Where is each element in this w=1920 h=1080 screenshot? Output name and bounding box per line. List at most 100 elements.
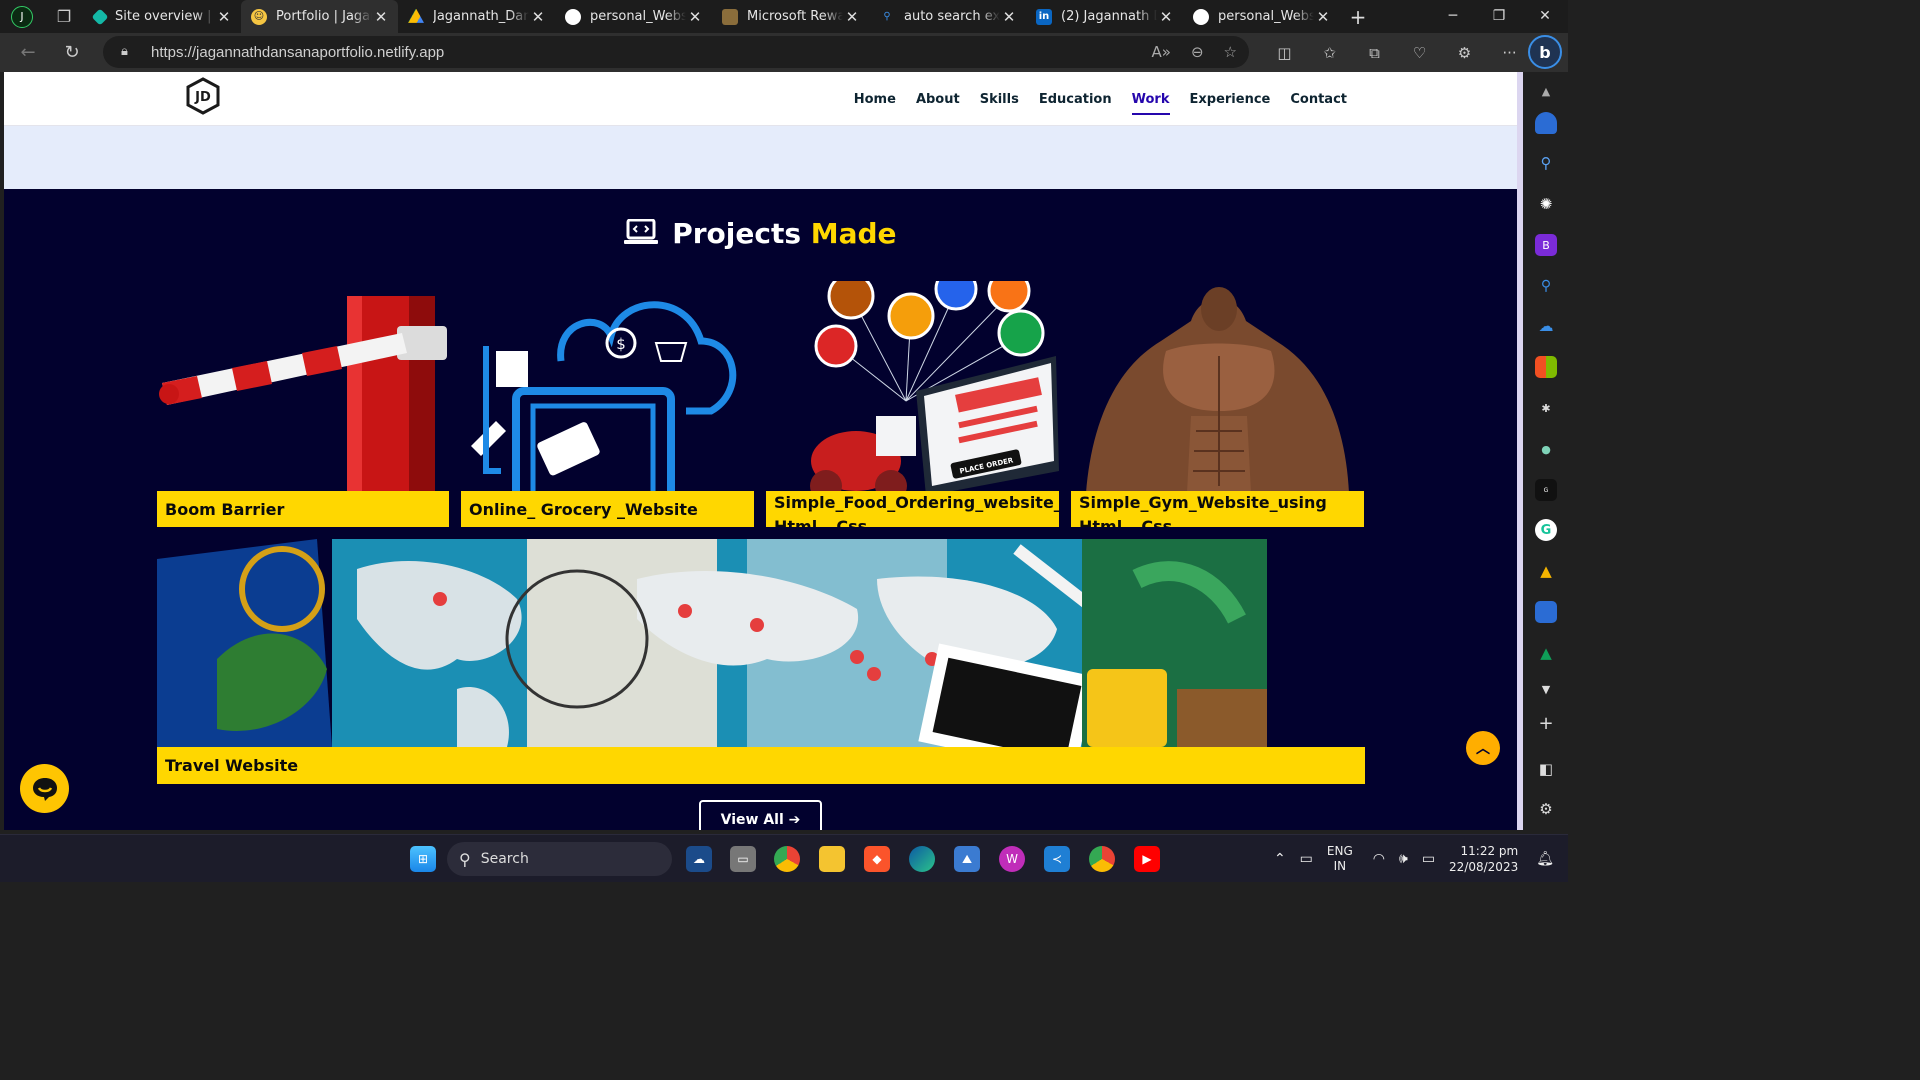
extension-bee-icon[interactable]: ✱ — [1535, 397, 1557, 419]
workspaces-icon[interactable]: ❐ — [44, 0, 84, 33]
view-all-button[interactable]: View All ➔ — [699, 800, 822, 830]
bing-copilot-icon[interactable]: b — [1528, 35, 1562, 69]
file-explorer-icon[interactable] — [819, 846, 845, 872]
close-tab-icon[interactable]: ✕ — [215, 8, 233, 26]
previous-section-band — [4, 126, 1517, 189]
photos-icon[interactable]: ⛰ — [954, 846, 980, 872]
project-card-travel[interactable]: Travel Website — [157, 539, 1365, 784]
nav-skills[interactable]: Skills — [980, 88, 1019, 111]
onedrive-icon[interactable]: ☁ — [1535, 315, 1557, 337]
close-tab-icon[interactable]: ✕ — [1000, 8, 1018, 26]
nav-contact[interactable]: Contact — [1290, 88, 1347, 111]
project-title: Boom Barrier — [157, 491, 449, 527]
favorite-star-icon[interactable]: ☆ — [1224, 43, 1237, 61]
language-indicator[interactable]: ENG IN — [1327, 844, 1353, 874]
youtube-icon[interactable]: ▶ — [1134, 846, 1160, 872]
hide-sidebar-icon[interactable]: ◧ — [1535, 758, 1557, 780]
nav-work[interactable]: Work — [1131, 88, 1170, 115]
nav-education[interactable]: Education — [1039, 88, 1112, 111]
notification-bell-icon[interactable]: 🔔︎ — [1536, 851, 1554, 867]
office-icon[interactable] — [1535, 356, 1557, 378]
restore-icon[interactable]: ❐ — [1476, 0, 1522, 33]
google-drive-icon[interactable]: ▲ — [1535, 560, 1557, 582]
tab-site-overview[interactable]: Site overview | ja ✕ — [84, 0, 241, 33]
new-tab-button[interactable]: + — [1340, 5, 1376, 29]
project-card-food-ordering[interactable]: PLACE ORDER Simple_Food_Ordering_website… — [766, 281, 1059, 527]
sidebar-search-icon[interactable]: ⚲ — [1535, 152, 1557, 174]
chatgpt-icon[interactable]: ✺ — [1535, 193, 1557, 215]
zoom-out-icon[interactable]: ⊖ — [1191, 43, 1204, 61]
minimize-icon[interactable]: ─ — [1430, 0, 1476, 33]
weather-widget-icon[interactable]: ☁ — [686, 846, 712, 872]
tray-display-icon[interactable]: ▭ — [1300, 851, 1313, 867]
profile-button[interactable]: J — [0, 0, 44, 33]
scroll-up-arrow-icon[interactable]: ▲ — [1535, 80, 1557, 102]
tab-auto-search[interactable]: ⚲ auto search exte ✕ — [869, 0, 1026, 33]
chevron-down-icon[interactable]: ▼ — [1535, 678, 1557, 700]
brave-icon[interactable]: ◆ — [864, 846, 890, 872]
chrome-icon[interactable] — [774, 846, 800, 872]
tab-title: Portfolio | Jagann — [276, 9, 372, 24]
close-window-icon[interactable]: ✕ — [1522, 0, 1568, 33]
bing-search-icon[interactable]: ⚲ — [1535, 275, 1557, 297]
section-title-highlight: Made — [810, 217, 897, 250]
notifications-icon[interactable] — [1535, 112, 1557, 134]
project-card-grocery[interactable]: $ Online_ Grocery _Website — [461, 281, 754, 527]
close-tab-icon[interactable]: ✕ — [1314, 8, 1332, 26]
scroll-to-top-button[interactable]: ︿ — [1466, 731, 1500, 765]
tab-title: Site overview | ja — [115, 9, 215, 24]
tab-portfolio[interactable]: ☺ Portfolio | Jagann ✕ — [241, 0, 398, 33]
project-card-gym[interactable]: Simple_Gym_Website_using Html _ Css — [1071, 281, 1364, 527]
jd-logo-icon[interactable]: JD — [185, 77, 221, 115]
clock-date: 22/08/2023 — [1449, 860, 1519, 874]
more-menu-icon[interactable]: ··· — [1487, 44, 1532, 62]
nav-home[interactable]: Home — [854, 88, 896, 111]
volume-icon[interactable]: 🕪︎ — [1399, 851, 1408, 867]
wifi-icon[interactable]: ◠ — [1373, 851, 1385, 867]
battery-icon[interactable]: ▭ — [1422, 851, 1435, 867]
clock-time: 11:22 pm — [1460, 844, 1519, 858]
close-tab-icon[interactable]: ✕ — [686, 8, 704, 26]
clock[interactable]: 11:22 pm 22/08/2023 — [1449, 843, 1518, 875]
sidebar-settings-icon[interactable]: ⚙ — [1535, 798, 1557, 820]
grammarly-icon[interactable]: G — [1535, 519, 1557, 541]
tab-linkedin[interactable]: in (2) Jagannath Da ✕ — [1026, 0, 1183, 33]
tab-github-1[interactable]: personal_Website ✕ — [555, 0, 712, 33]
bootstrap-icon[interactable]: B — [1535, 234, 1557, 256]
back-icon[interactable]: ← — [6, 42, 50, 63]
close-tab-icon[interactable]: ✕ — [1157, 8, 1175, 26]
add-app-icon[interactable]: + — [1535, 712, 1557, 734]
nav-experience[interactable]: Experience — [1190, 88, 1271, 111]
chrome-canary-icon[interactable] — [1089, 846, 1115, 872]
address-bar[interactable]: 🔒︎ https://jagannathdansanaportfolio.net… — [103, 36, 1249, 68]
windows-start-icon[interactable]: ⊞ — [410, 846, 436, 872]
collections-icon[interactable]: ⧉ — [1352, 44, 1397, 62]
edge-icon[interactable] — [909, 846, 935, 872]
chat-widget-button[interactable] — [20, 764, 69, 813]
nav-about[interactable]: About — [916, 88, 960, 111]
tab-rewards[interactable]: Microsoft Rewar ✕ — [712, 0, 869, 33]
lang-code: ENG — [1326, 844, 1353, 858]
task-view-icon[interactable]: ▭ — [730, 846, 756, 872]
split-screen-icon[interactable]: ◫ — [1262, 44, 1307, 62]
close-tab-icon[interactable]: ✕ — [529, 8, 547, 26]
read-aloud-icon[interactable]: A» — [1152, 43, 1171, 61]
google-drive-2-icon[interactable]: ▲ — [1535, 642, 1557, 664]
project-card-boom-barrier[interactable]: Boom Barrier — [157, 281, 449, 527]
extensions-icon[interactable]: ⚙ — [1442, 44, 1487, 62]
tab-drive[interactable]: Jagannath_Dansa ✕ — [398, 0, 555, 33]
vscode-icon[interactable]: ≺ — [1044, 846, 1070, 872]
tab-github-2[interactable]: personal_Website ✕ — [1183, 0, 1340, 33]
gramlin-icon[interactable]: G — [1535, 479, 1557, 501]
browser-essentials-icon[interactable]: ♡ — [1397, 44, 1442, 62]
favorites-icon[interactable]: ✩ — [1307, 44, 1352, 62]
close-tab-icon[interactable]: ✕ — [372, 8, 390, 26]
idea-bulb-icon[interactable]: ● — [1535, 438, 1557, 460]
svg-text:$: $ — [616, 335, 626, 353]
tray-chevron-up-icon[interactable]: ⌃ — [1274, 851, 1286, 867]
layout-app-icon[interactable] — [1535, 601, 1557, 623]
close-tab-icon[interactable]: ✕ — [843, 8, 861, 26]
taskbar-search[interactable]: ⚲ Search — [447, 842, 672, 876]
refresh-icon[interactable]: ↻ — [50, 42, 94, 63]
wps-icon[interactable]: W — [999, 846, 1025, 872]
